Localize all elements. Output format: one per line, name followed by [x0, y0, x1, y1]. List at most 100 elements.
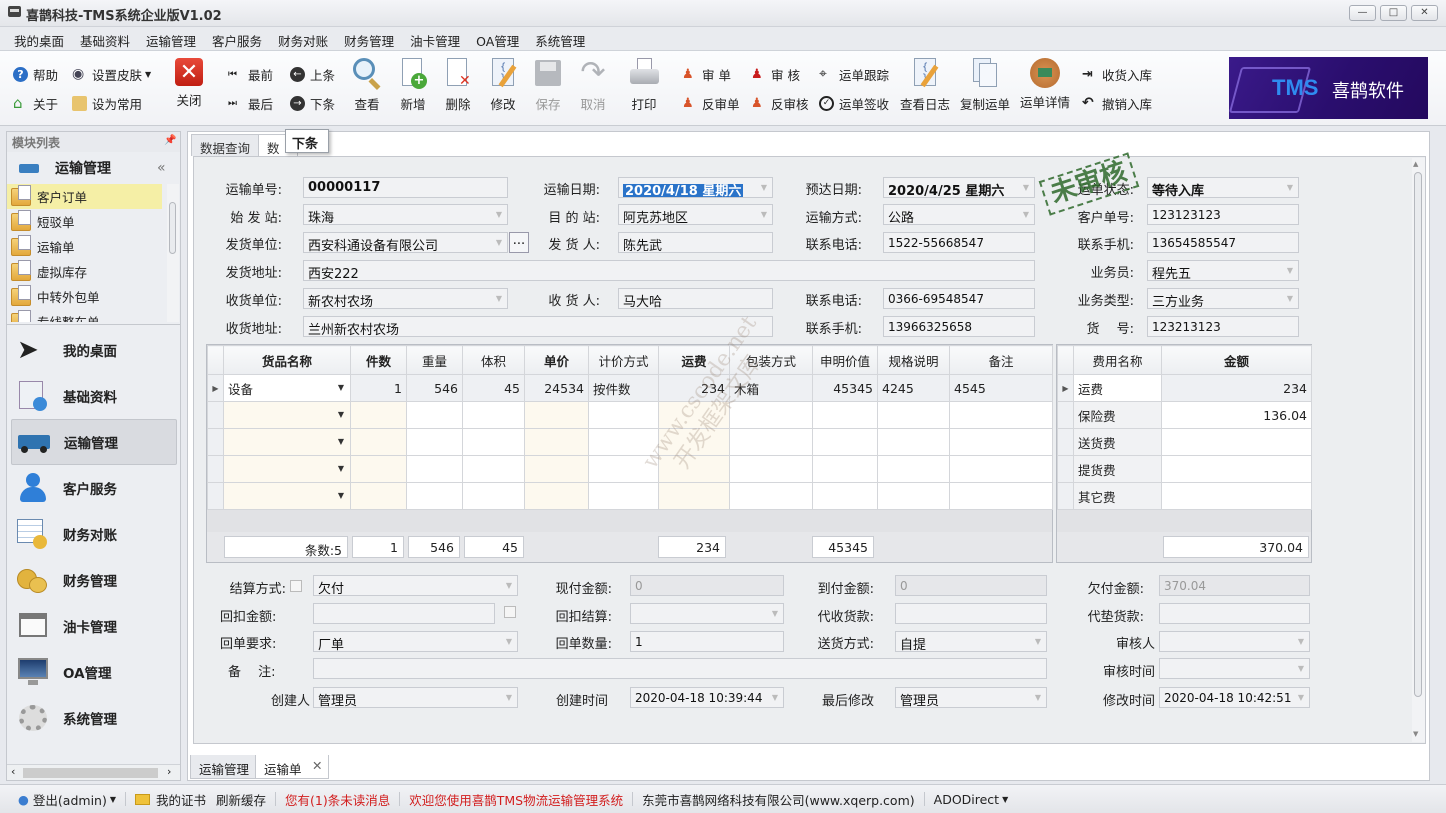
next-record-button[interactable]: → 下条: [290, 93, 335, 113]
nav-finance[interactable]: 财务管理: [7, 557, 180, 603]
fee-amount-cell[interactable]: 234: [1161, 374, 1312, 402]
goods-cell[interactable]: 45345: [812, 374, 878, 402]
col-declared-value[interactable]: 申明价值: [812, 345, 878, 375]
refresh-cache-button[interactable]: 刷新缓存: [216, 790, 266, 809]
print-button[interactable]: 打印: [619, 58, 669, 113]
unread-messages-link[interactable]: 您有(1)条未读消息: [285, 790, 390, 809]
track-button[interactable]: ⌖ 运单跟踪: [819, 64, 889, 84]
sub-item-short-haul[interactable]: 短驳单: [7, 209, 162, 234]
goods-cell[interactable]: ▼: [223, 455, 351, 483]
goods-cell[interactable]: [949, 428, 1053, 456]
dest-select[interactable]: 阿克苏地区 ▼: [618, 204, 773, 225]
goods-cell[interactable]: [406, 401, 463, 429]
consignee-phone-field[interactable]: 0366-69548547: [883, 288, 1035, 309]
cancel-button[interactable]: ↷ 取消: [568, 58, 618, 113]
order-detail-button[interactable]: 运单详情: [1017, 58, 1073, 111]
fee-name-cell[interactable]: 运费: [1073, 374, 1162, 402]
goods-cell[interactable]: [350, 455, 407, 483]
db-mode-button[interactable]: ADODirect: [934, 792, 999, 807]
last-modifier-select[interactable]: 管理员 ▼: [895, 687, 1047, 708]
shipper-phone-field[interactable]: 1522-55668547: [883, 232, 1035, 253]
rebate-amount-field[interactable]: [313, 603, 495, 624]
status-select[interactable]: 等待入库 ▼: [1147, 177, 1299, 198]
goods-cell[interactable]: [406, 455, 463, 483]
cancel-stock-button[interactable]: ↶ 撤销入库: [1082, 93, 1152, 113]
goods-cell[interactable]: [949, 482, 1053, 510]
view-log-button[interactable]: { } 查看日志: [897, 58, 953, 113]
remark-field[interactable]: [313, 658, 1047, 679]
ship-date-picker[interactable]: 2020/4/18 星期六 ▼: [618, 177, 773, 198]
collect-payment-field[interactable]: [895, 603, 1047, 624]
delivery-mode-select[interactable]: 自提 ▼: [895, 631, 1047, 652]
group-header-transport[interactable]: 运输管理 «: [7, 154, 180, 182]
goods-row[interactable]: ▼: [207, 401, 1053, 429]
menu-fuel-card[interactable]: 油卡管理: [402, 27, 468, 50]
scroll-right-icon[interactable]: ›: [167, 765, 171, 778]
scroll-thumb[interactable]: [1414, 172, 1422, 697]
consignee-field[interactable]: 马大哈: [618, 288, 773, 309]
col-unit-price[interactable]: 单价: [524, 345, 589, 375]
consignee-company-select[interactable]: 新农村农场 ▼: [303, 288, 508, 309]
goods-cell[interactable]: [350, 401, 407, 429]
goods-cell[interactable]: [350, 428, 407, 456]
auditor-select[interactable]: ▼: [1159, 631, 1310, 652]
goods-cell[interactable]: [350, 482, 407, 510]
shipper-mobile-field[interactable]: 13654585547: [1147, 232, 1299, 253]
fee-amount-cell[interactable]: 136.04: [1161, 401, 1312, 429]
fee-row[interactable]: ▶ 运费 234: [1057, 374, 1312, 402]
delete-button[interactable]: ✕ 删除: [433, 58, 483, 113]
about-button[interactable]: ⌂ 关于: [13, 93, 58, 113]
nav-system[interactable]: 系统管理: [7, 695, 180, 741]
consignee-addr-field[interactable]: 兰州新农村农场: [303, 316, 773, 337]
goods-cell[interactable]: [949, 455, 1053, 483]
fee-name-cell[interactable]: 提货费: [1073, 455, 1162, 483]
col-spec[interactable]: 规格说明: [877, 345, 950, 375]
maximize-button[interactable]: □: [1380, 5, 1407, 21]
goods-row[interactable]: ▶ 设备 ▼ 1 546 45 24534 按件数 234 木箱 45345 4245 4545: [207, 374, 1053, 402]
fee-row[interactable]: 其它费: [1057, 482, 1312, 510]
shipper-company-select[interactable]: 西安科通设备有限公司 ▼: [303, 232, 508, 253]
help-button[interactable]: ? 帮助: [13, 64, 58, 84]
sign-button[interactable]: ✓ 运单签收: [819, 93, 889, 113]
save-button[interactable]: 保存: [523, 58, 573, 113]
goods-cell[interactable]: [462, 401, 525, 429]
owed-amount-field[interactable]: 370.04: [1159, 575, 1310, 596]
nav-basic-data[interactable]: 基础资料: [7, 373, 180, 419]
goods-cell[interactable]: 1: [350, 374, 407, 402]
col-fee-amount[interactable]: 金额: [1161, 345, 1312, 375]
goods-cell[interactable]: 546: [406, 374, 463, 402]
col-fee-name[interactable]: 费用名称: [1073, 345, 1162, 375]
goods-cell[interactable]: [729, 455, 813, 483]
dropdown-arrow-icon[interactable]: ▼: [338, 437, 344, 446]
my-cert-button[interactable]: 我的证书: [156, 790, 206, 809]
goods-cell[interactable]: [588, 401, 659, 429]
receipt-qty-field[interactable]: 1: [630, 631, 784, 652]
col-freight[interactable]: 运费: [658, 345, 730, 375]
col-remark[interactable]: 备注: [949, 345, 1053, 375]
menu-reconciliation[interactable]: 财务对账: [270, 27, 336, 50]
goods-cell[interactable]: [812, 428, 878, 456]
unaudit-order-button[interactable]: ♟ 反审单: [682, 93, 740, 113]
nav-customer-service[interactable]: 客户服务: [7, 465, 180, 511]
shipper-lookup-button[interactable]: ...: [509, 232, 529, 253]
scroll-thumb[interactable]: [23, 768, 158, 778]
goods-cell[interactable]: 4245: [877, 374, 950, 402]
close-window-button[interactable]: ✕: [1411, 5, 1438, 21]
biz-type-select[interactable]: 三方业务 ▼: [1147, 288, 1299, 309]
goods-cell[interactable]: 按件数: [588, 374, 659, 402]
fee-name-cell[interactable]: 送货费: [1073, 428, 1162, 456]
eta-date-picker[interactable]: 2020/4/25 星期六 ▼: [883, 177, 1035, 198]
receive-stock-button[interactable]: ⇥ 收货入库: [1082, 64, 1152, 84]
goods-cell[interactable]: [524, 401, 589, 429]
pin-icon[interactable]: 📌: [164, 135, 176, 146]
audit-button[interactable]: ♟ 审 核: [751, 64, 800, 84]
add-button[interactable]: + 新增: [388, 58, 438, 113]
copy-order-button[interactable]: 复制运单: [957, 58, 1013, 113]
goods-cell[interactable]: [588, 428, 659, 456]
minimize-button[interactable]: —: [1349, 5, 1376, 21]
goods-cell[interactable]: [812, 401, 878, 429]
goods-cell[interactable]: 24534: [524, 374, 589, 402]
sub-list-scrollbar[interactable]: [167, 184, 179, 322]
col-weight[interactable]: 重量: [406, 345, 463, 375]
audit-time-select[interactable]: ▼: [1159, 658, 1310, 679]
